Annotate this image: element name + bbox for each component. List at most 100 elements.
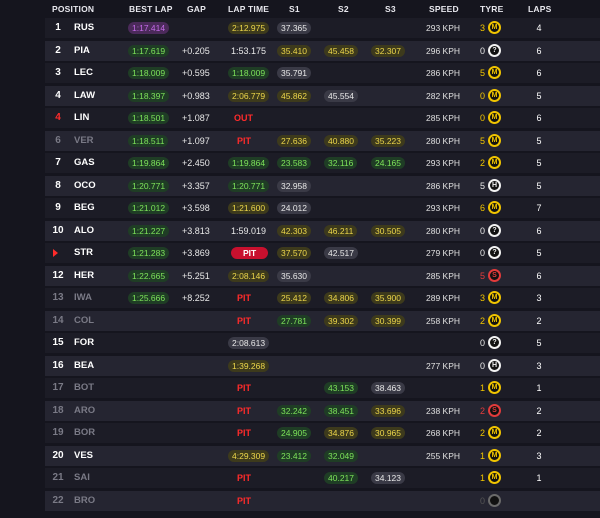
sector-s2-time: 40.217 [324,472,358,484]
sector-s1-time: 24.012 [277,202,311,214]
table-row[interactable]: 16 BEA 1:39.268 277 KPH 0 H 3 [45,355,600,376]
driver-code: BEG [74,202,95,213]
tyre-age: 2 [479,405,485,416]
tyre-compound-icon: M [488,471,501,484]
table-row[interactable]: 4 LIN 1:18.501 +1.087 OUT 285 KPH 0 M 6 [45,108,600,128]
sector-s3-time: 30.399 [371,314,405,327]
laps-count: 4 [536,23,542,33]
driver-code: RUS [74,22,95,33]
table-row[interactable]: 14 COL PIT 27.781 39.302 30.399 258 KPH 2 M 2 [45,310,600,331]
speed-value: 258 KPH [426,315,461,326]
table-row[interactable]: 21 SAI PIT 40.217 34.123 1 M 1 [45,468,600,488]
table-row[interactable]: 12 HER 1:22.665 +5.251 2:08.146 35.630 285 KPH… [45,265,600,286]
driver-code: BOR [74,427,96,438]
tyre-age: 2 [479,428,485,438]
position-number: 3 [55,67,61,78]
tyre-compound-icon: M [488,66,501,79]
speed-value: 255 KPH [426,450,461,461]
tyre-compound-icon: M [488,448,501,462]
table-row[interactable]: 22 BRO PIT 0 [45,490,600,511]
table-row[interactable]: 9 BEG 1:21.012 +3.598 1:21.600 24.012 293 KPH 6… [45,198,600,218]
table-row[interactable]: 2 PIA 1:17.619 +0.205 1:53.175 35.410 45.458 32… [45,40,600,61]
best-lap-time: 1:17.414 [128,22,170,34]
tyre-age: 0 [479,45,485,56]
lap-time: 2:06.779 [228,89,270,102]
tyre-compound-icon: M [488,156,501,169]
gap-value: +0.595 [182,68,210,78]
header-lap-time: LAP TIME [228,4,270,14]
tyre-compound-icon: ? [488,336,501,349]
speed-value: 296 KPH [426,45,461,56]
position-number: 9 [55,202,61,213]
driver-code: VES [74,449,94,461]
driver-code: OCO [74,179,96,191]
laps-count: 1 [536,383,542,393]
laps-count: 2 [536,315,542,326]
out-lap-label: OUT [234,113,253,123]
position-number: 20 [52,449,64,461]
table-row[interactable]: 20 VES 4:29.309 23.412 32.049 255 KPH 1 M 3 [45,445,600,466]
lap-time: 2:12.975 [228,22,270,34]
sector-s2-time: 46.211 [324,224,358,237]
tyre-age: 5 [479,270,485,281]
driver-code: ARO [74,404,96,416]
table-row[interactable]: 1 RUS 1:17.414 2:12.975 37.365 293 KPH 3 M 4 [45,18,600,38]
tyre-age: 5 [479,135,485,146]
gap-value: +3.869 [182,248,210,258]
header-s3: S3 [385,4,396,14]
flag-icon [53,249,58,257]
lap-time: 1:19.864 [228,157,270,169]
sector-s1-time: 27.781 [277,314,311,327]
table-row[interactable]: 10 ALO 1:21.227 +3.813 1:59.019 42.303 46.211 3… [45,220,600,241]
driver-code: HER [74,269,95,281]
sector-s3-time: 30.965 [371,427,405,439]
tyre-compound-icon: M [488,381,501,394]
speed-value: 268 KPH [426,428,461,438]
tyre-compound-icon: H [488,358,501,372]
header-speed: SPEED [429,4,459,14]
sector-s2-time: 40.880 [324,134,358,147]
tyre-compound-icon: S [488,268,501,282]
laps-count: 5 [536,158,542,168]
header-gap: GAP [187,4,207,14]
table-row[interactable]: 8 OCO 1:20.771 +3.357 1:20.771 32.958 286 KPH 5… [45,175,600,196]
lap-time: 1:53.175 [231,45,267,56]
table-row[interactable]: 15 FOR 2:08.613 0? 5 [45,333,600,353]
driver-code: VER [74,134,94,146]
laps-count: 5 [536,135,542,146]
table-row[interactable]: 7 GAS 1:19.864 +2.450 1:19.864 23.583 32.116 24… [45,153,600,173]
table-row[interactable]: STR 1:21.283 +3.869 PIT 37.570 42.517 279 KPH 0… [45,243,600,263]
table-row[interactable]: 3 LEC 1:18.009 +0.595 1:18.009 35.791 286 KPH 5… [45,63,600,83]
tyre-compound-icon: M [488,21,501,34]
driver-code: SAI [74,472,90,483]
tyre-age: 0 [479,90,485,101]
best-lap-time: 1:18.511 [128,134,169,147]
sector-s1-time: 35.630 [277,269,311,282]
gap-value: +1.087 [182,113,210,123]
table-row[interactable]: 17 BOT PIT 43.153 38.463 1 M 1 [45,378,600,398]
header-tyre: TYRE [480,4,504,14]
position-number: 17 [52,382,64,393]
header-best-lap: BEST LAP [129,4,173,14]
speed-value: 280 KPH [426,225,461,236]
speed-value: 238 KPH [426,405,461,416]
sector-s2-time: 32.049 [324,449,358,462]
sector-s2-time: 34.876 [324,427,358,439]
speed-value: 285 KPH [426,270,461,281]
driver-code: BOT [74,382,95,393]
driver-code: PIA [74,44,90,56]
tyre-age: 0 [479,113,485,123]
pit-label: PIT [237,473,252,483]
laps-count: 3 [536,293,542,303]
table-row[interactable]: 4 LAW 1:18.397 +0.983 2:06.779 45.862 45.554 28… [45,85,600,106]
gap-value: +3.357 [182,180,210,191]
table-row[interactable]: 19 BOR PIT 24.905 34.876 30.965 268 KPH 2 M 2 [45,423,600,443]
driver-code: GAS [74,157,95,168]
table-row[interactable]: 13 IWA 1:25.666 +8.252 PIT 25.412 34.806 35.900… [45,288,600,308]
best-lap-time: 1:18.397 [128,89,170,102]
sector-s3-time: 35.900 [371,292,405,304]
header-laps: LAPS [528,4,552,14]
table-row[interactable]: 6 VER 1:18.511 +1.097 PIT 27.636 40.880 35.223 2… [45,130,600,151]
sector-s1-time: 25.412 [277,292,311,304]
table-row[interactable]: 18 ARO PIT 32.242 38.451 33.696 238 KPH 2 S 2 [45,400,600,421]
